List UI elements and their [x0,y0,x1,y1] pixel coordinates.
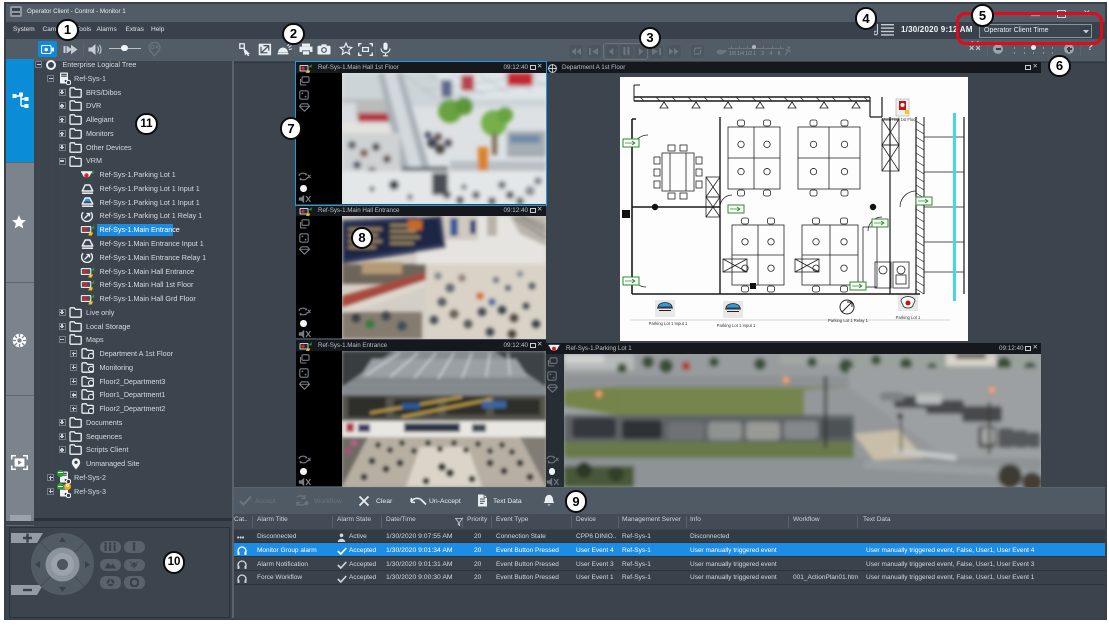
svg-text:Parking Lot 1 Input 1: Parking Lot 1 Input 1 [717,323,756,328]
svg-text:Parking Lot 1: Parking Lot 1 [896,315,921,320]
svg-text:Parking Lot 1 Input 1: Parking Lot 1 Input 1 [649,321,688,326]
svg-text:Main Hall 1st Floor: Main Hall 1st Floor [882,117,918,122]
svg-text:Parking Lot 1 Relay 1: Parking Lot 1 Relay 1 [828,318,869,323]
